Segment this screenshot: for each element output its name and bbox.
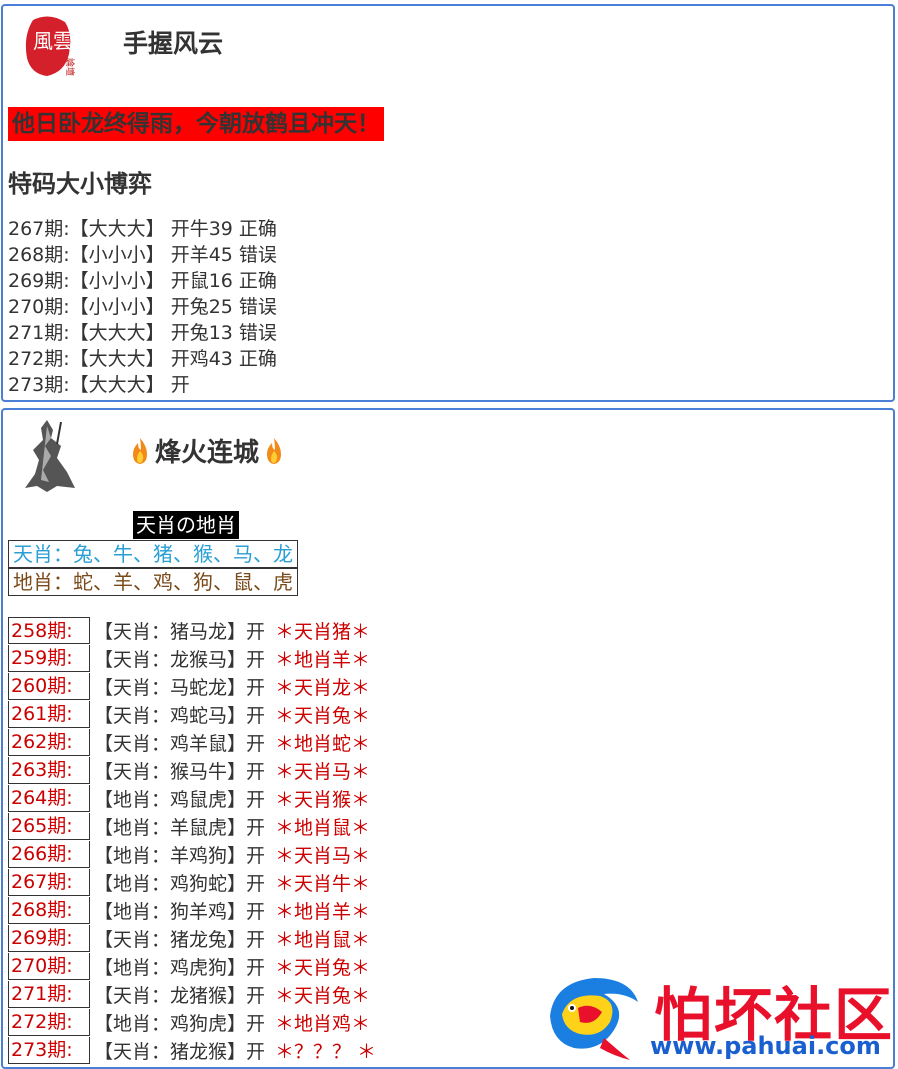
prediction-row: 265期: 【地肖：羊鼠虎】开 ＊地肖鼠＊ [8, 812, 376, 840]
fire-icon [263, 437, 285, 465]
forum-title-text: 烽火连城 [155, 438, 260, 468]
prediction-row: 263期: 【天肖：猴马牛】开 ＊天肖马＊ [8, 756, 376, 784]
prediction-text: 【地肖：鸡鼠虎】开 [94, 788, 266, 811]
prediction-period: 258期: [8, 616, 90, 644]
prediction-period: 266期: [8, 840, 90, 868]
prediction-row: 266期: 【地肖：羊鸡狗】开 ＊天肖马＊ [8, 840, 376, 868]
prediction-row: 271期: 【天肖：龙猪猴】开 ＊天肖兔＊ [8, 980, 376, 1008]
prediction-result: ＊地肖羊＊ [275, 900, 371, 923]
prediction-row: 262期: 【天肖：鸡羊鼠】开 ＊地肖蛇＊ [8, 728, 376, 756]
prediction-period: 268期: [8, 896, 90, 924]
record-item: 268期:【小小小】 开羊45 错误 [8, 244, 277, 266]
prediction-text: 【地肖：鸡狗蛇】开 [94, 872, 266, 895]
prediction-period: 263期: [8, 756, 90, 784]
prediction-result: ＊天肖猴＊ [275, 788, 371, 811]
prediction-result: ＊天肖马＊ [275, 760, 371, 783]
prediction-result: ＊地肖鼠＊ [275, 928, 371, 951]
prediction-period: 261期: [8, 700, 90, 728]
prediction-text: 【地肖：狗羊鸡】开 [94, 900, 266, 923]
prediction-text: 【地肖：鸡虎狗】开 [94, 956, 266, 979]
prediction-row: 260期: 【天肖：马蛇龙】开 ＊天肖龙＊ [8, 672, 376, 700]
prediction-period: 273期: [8, 1036, 90, 1064]
prediction-period: 270期: [8, 952, 90, 980]
prediction-row: 268期: 【地肖：狗羊鸡】开 ＊地肖羊＊ [8, 896, 376, 924]
prediction-text: 【地肖：鸡狗虎】开 [94, 1012, 266, 1035]
record-item: 272期:【大大大】 开鸡43 正确 [8, 348, 277, 370]
zodiac-earth-list: 地肖：蛇、羊、鸡、狗、鼠、虎 [8, 568, 298, 596]
prediction-row: 261期: 【天肖：鸡蛇马】开 ＊天肖兔＊ [8, 700, 376, 728]
prediction-text: 【天肖：猪龙兔】开 [94, 928, 266, 951]
avatar-fengyun-logo[interactable]: 風雲 論壇 [19, 14, 83, 82]
prediction-text: 【天肖：鸡蛇马】开 [94, 704, 266, 727]
record-item: 267期:【大大大】 开牛39 正确 [8, 218, 277, 240]
prediction-text: 【天肖：猪龙猴】开 [94, 1040, 266, 1063]
record-list: 267期:【大大大】 开牛39 正确 268期:【小小小】 开羊45 错误 26… [8, 216, 277, 398]
prediction-period: 269期: [8, 924, 90, 952]
fish-logo-icon [550, 978, 638, 1060]
prediction-period: 264期: [8, 784, 90, 812]
prediction-result: ＊地肖鸡＊ [275, 1012, 371, 1035]
prediction-row: 258期: 【天肖：猪马龙】开 ＊天肖猪＊ [8, 616, 376, 644]
fire-icon [129, 437, 151, 465]
prediction-period: 265期: [8, 812, 90, 840]
prediction-result: ＊地肖蛇＊ [275, 732, 371, 755]
forum-title[interactable]: 手握风云 [123, 24, 223, 60]
site-watermark: 怕坏社区 www.pahuai.com [544, 968, 894, 1064]
prediction-result: ＊？？？ ＊ [275, 1040, 377, 1063]
prediction-row: 272期: 【地肖：鸡狗虎】开 ＊地肖鸡＊ [8, 1008, 376, 1036]
svg-text:論壇: 論壇 [64, 58, 76, 76]
slogan-banner: 他日卧龙终得雨，今朝放鹤且冲天！ [8, 107, 384, 141]
prediction-period: 271期: [8, 980, 90, 1008]
prediction-result: ＊天肖猪＊ [275, 620, 371, 643]
prediction-period: 259期: [8, 644, 90, 672]
watermark-url[interactable]: www.pahuai.com [650, 1032, 881, 1060]
prediction-result: ＊地肖羊＊ [275, 648, 371, 671]
prediction-text: 【天肖：猴马牛】开 [94, 760, 266, 783]
prediction-result: ＊天肖兔＊ [275, 956, 371, 979]
svg-text:風雲: 風雲 [33, 29, 73, 53]
prediction-period: 272期: [8, 1008, 90, 1036]
prediction-text: 【天肖：猪马龙】开 [94, 620, 266, 643]
prediction-text: 【天肖：龙猪猴】开 [94, 984, 266, 1007]
prediction-period: 267期: [8, 868, 90, 896]
record-item: 273期:【大大大】 开 [8, 374, 190, 396]
record-item: 269期:【小小小】 开鼠16 正确 [8, 270, 277, 292]
prediction-result: ＊天肖马＊ [275, 844, 371, 867]
prediction-list: 258期: 【天肖：猪马龙】开 ＊天肖猪＊ 259期: 【天肖：龙猴马】开 ＊地肖羊＊ 26… [8, 616, 376, 1064]
prediction-text: 【地肖：羊鸡狗】开 [94, 844, 266, 867]
section-title: 特码大小博弈 [8, 170, 152, 198]
zodiac-tag: 天肖の地肖 [133, 511, 239, 539]
forum-title[interactable]: 烽火连城 [129, 432, 285, 469]
prediction-result: ＊天肖牛＊ [275, 872, 371, 895]
record-item: 270期:【小小小】 开兔25 错误 [8, 296, 277, 318]
prediction-result: ＊地肖鼠＊ [275, 816, 371, 839]
prediction-row: 269期: 【天肖：猪龙兔】开 ＊地肖鼠＊ [8, 924, 376, 952]
prediction-row: 270期: 【地肖：鸡虎狗】开 ＊天肖兔＊ [8, 952, 376, 980]
prediction-text: 【天肖：龙猴马】开 [94, 648, 266, 671]
record-item: 271期:【大大大】 开兔13 错误 [8, 322, 277, 344]
zodiac-sky-list: 天肖：兔、牛、猪、猴、马、龙 [8, 540, 298, 568]
prediction-text: 【地肖：羊鼠虎】开 [94, 816, 266, 839]
prediction-row: 259期: 【天肖：龙猴马】开 ＊地肖羊＊ [8, 644, 376, 672]
prediction-text: 【天肖：鸡羊鼠】开 [94, 732, 266, 755]
prediction-row: 267期: 【地肖：鸡狗蛇】开 ＊天肖牛＊ [8, 868, 376, 896]
prediction-result: ＊天肖龙＊ [275, 676, 371, 699]
forum-post-panel-1: 風雲 論壇 手握风云 他日卧龙终得雨，今朝放鹤且冲天！ 特码大小博弈 267期:… [1, 4, 895, 402]
prediction-text: 【天肖：马蛇龙】开 [94, 676, 266, 699]
prediction-period: 260期: [8, 672, 90, 700]
avatar-warrior-figure[interactable] [17, 416, 87, 496]
prediction-result: ＊天肖兔＊ [275, 984, 371, 1007]
prediction-result: ＊天肖兔＊ [275, 704, 371, 727]
prediction-row: 273期: 【天肖：猪龙猴】开 ＊？？？ ＊ [8, 1036, 376, 1064]
prediction-row: 264期: 【地肖：鸡鼠虎】开 ＊天肖猴＊ [8, 784, 376, 812]
prediction-period: 262期: [8, 728, 90, 756]
